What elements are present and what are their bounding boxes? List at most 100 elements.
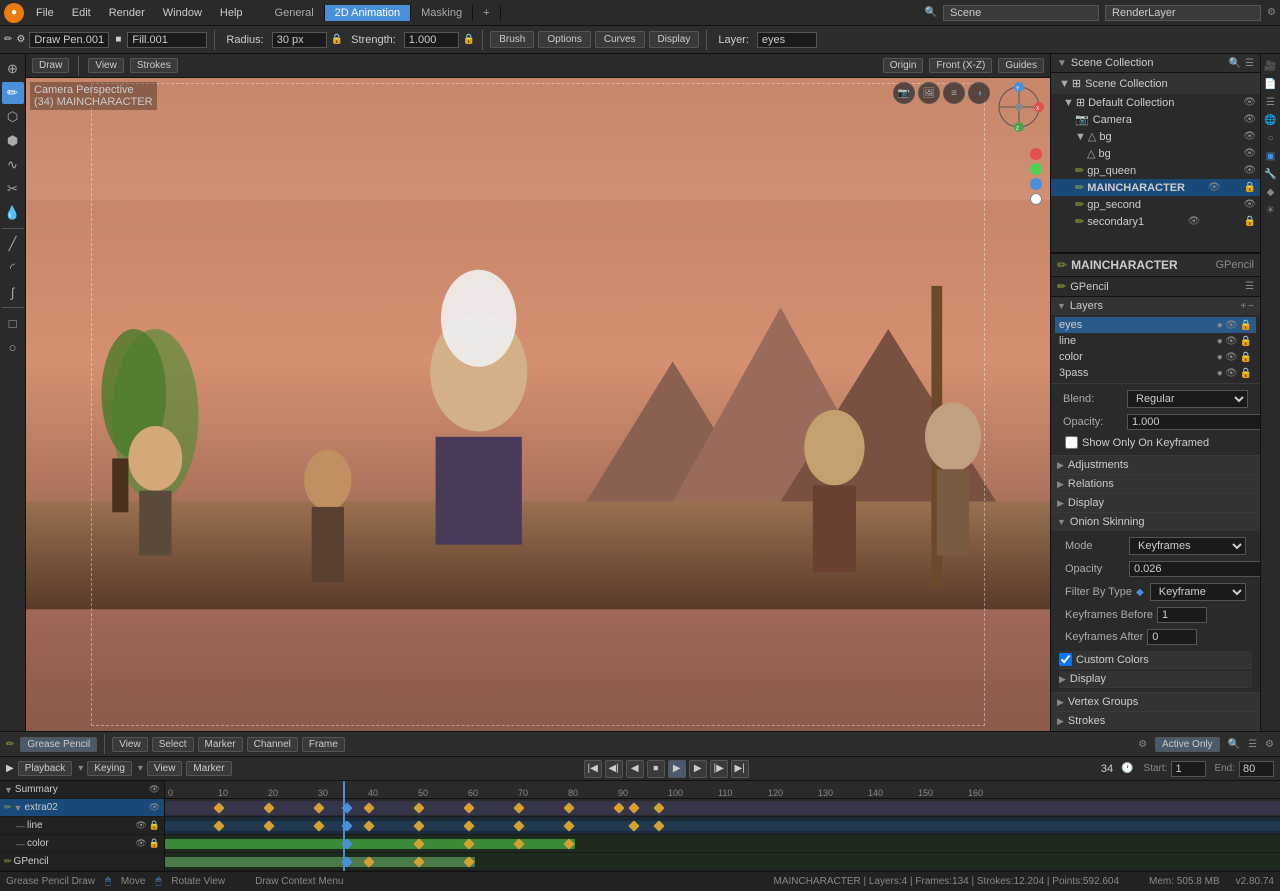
layers-remove-icon[interactable]: − [1248,301,1254,312]
filter-type-select[interactable]: Keyframe [1150,583,1246,601]
workspace-add[interactable]: + [473,5,500,21]
display2-header[interactable]: ▶ Display [1059,671,1252,687]
overlay-btn[interactable]: ≡ [943,82,965,104]
viewport-canvas[interactable]: Camera Perspective (34) MAINCHARACTER 📷 … [26,78,1050,731]
outliner-search-icon[interactable]: 🔍 [1229,58,1241,69]
cursor-tool[interactable]: ⊕ [2,58,24,80]
summary-vis-btn[interactable]: 👁 [149,784,160,795]
track-color[interactable]: — color 👁 🔒 [0,835,164,853]
stroke-tool[interactable]: ∿ [2,154,24,176]
default-coll-eye[interactable]: 👁 [1243,97,1256,108]
display-button[interactable]: Display [649,31,700,48]
default-collection-item[interactable]: ▼ ⊞ Default Collection 👁 [1051,94,1260,111]
workspace-2d-animation[interactable]: 2D Animation [325,5,411,21]
bg-child-item[interactable]: △ bg 👁 [1051,145,1260,162]
bg-child-eye[interactable]: 👁 [1243,148,1256,159]
line-lock-btn[interactable]: 🔒 [149,820,160,831]
tl-channel-btn[interactable]: Channel [247,737,298,752]
vertex-groups-header[interactable]: ▶ Vertex Groups [1051,693,1260,711]
stop-btn[interactable]: ⏹ [647,760,665,778]
layers-add-icon[interactable]: + [1240,301,1246,312]
menu-edit[interactable]: Edit [66,5,97,21]
circle-tool[interactable]: ○ [2,336,24,358]
kf-before-input[interactable] [1157,607,1207,623]
camera-item[interactable]: 📷 Camera 👁 [1051,111,1260,128]
marker-playback-btn[interactable]: Marker [186,761,231,776]
curves-button[interactable]: Curves [595,31,645,48]
props-particles-icon[interactable]: ✳ [1263,202,1279,218]
adjustments-header[interactable]: ▶ Adjustments [1051,456,1260,474]
strokes-header[interactable]: ▶ Strokes [1051,712,1260,730]
color-lock-btn[interactable]: 🔒 [149,838,160,849]
gp-second-eye[interactable]: 👁 [1243,199,1256,210]
view-btn[interactable]: View [147,761,183,776]
play-btn[interactable]: ▶ [668,760,686,778]
timeline-tracks-area[interactable]: 0 10 20 30 40 50 60 70 80 90 100 110 120… [165,781,1280,871]
workspace-general[interactable]: General [265,5,325,21]
origin-button[interactable]: Origin [883,58,924,73]
brush-button[interactable]: Brush [490,31,534,48]
menu-help[interactable]: Help [214,5,249,21]
next-frame-btn[interactable]: ▶ [689,760,707,778]
tl-frame-btn[interactable]: Frame [302,737,345,752]
blend-select[interactable]: Regular [1127,390,1248,408]
keying-btn[interactable]: Keying [87,761,132,776]
options-button[interactable]: Options [538,31,590,48]
color-white[interactable] [1030,193,1042,205]
track-gpencil[interactable]: ✏ GPencil [0,853,164,871]
track-extra02[interactable]: ✏ ▼ extra02 👁 [0,799,164,817]
props-render-icon[interactable]: 🎥 [1263,58,1279,74]
menu-file[interactable]: File [30,5,60,21]
tl-filter-icon[interactable]: ☰ [1248,739,1257,750]
track-summary[interactable]: ▼ Summary 👁 [0,781,164,799]
maincharacter-item[interactable]: ✏ MAINCHARACTER 👁 🔒 [1051,179,1260,196]
menu-window[interactable]: Window [157,5,208,21]
onion-header[interactable]: ▼ Onion Skinning [1051,513,1260,531]
layer-eyes-eye[interactable]: 👁 [1225,320,1238,331]
layer-3pass[interactable]: 3pass ● 👁 🔒 [1055,365,1256,381]
cutter-tool[interactable]: ✂ [2,178,24,200]
strength-input[interactable] [404,32,459,48]
layer-eyes-lock[interactable]: 🔒 [1240,320,1252,331]
kf-after-input[interactable] [1147,629,1197,645]
prev-frame-btn[interactable]: ◀ [626,760,644,778]
eyedropper-tool[interactable]: 💧 [2,202,24,224]
layer-color[interactable]: color ● 👁 🔒 [1055,349,1256,365]
grease-pencil-mode-btn[interactable]: Grease Pencil [20,737,97,752]
fill-tool[interactable]: ⬢ [2,130,24,152]
show-keyframed-checkbox[interactable] [1065,436,1078,449]
keying-dropdown[interactable]: ▾ [138,763,143,774]
tl-marker-btn[interactable]: Marker [198,737,243,752]
props-object-icon[interactable]: ▣ [1263,148,1279,164]
menu-render[interactable]: Render [103,5,151,21]
gp-queen-eye[interactable]: 👁 [1243,165,1256,176]
start-frame-input[interactable] [1171,761,1206,777]
color-vis-btn[interactable]: 👁 [135,838,146,849]
bg-group-item[interactable]: ▼ △ bg 👁 [1051,128,1260,145]
props-shader-icon[interactable]: ◆ [1263,184,1279,200]
line-vis-btn[interactable]: 👁 [135,820,146,831]
bg-group-eye[interactable]: 👁 [1243,131,1256,142]
props-output-icon[interactable]: 📄 [1263,76,1279,92]
props-modifier-icon[interactable]: 🔧 [1263,166,1279,182]
maincharacter-restrict[interactable]: 🔒 [1244,182,1256,193]
line-tool[interactable]: ╱ [2,233,24,255]
layer-line[interactable]: line ● 👁 🔒 [1055,333,1256,349]
maincharacter-eye[interactable]: 👁 [1208,182,1221,193]
render-view-btn[interactable]: 🖼 [918,82,940,104]
layer-3pass-eye[interactable]: 👁 [1225,368,1238,379]
jump-end-btn[interactable]: ▶| [731,760,749,778]
shading-btn[interactable]: ◑ [968,82,990,104]
end-frame-input[interactable] [1239,761,1274,777]
color-green[interactable] [1030,163,1042,175]
layer-eyes[interactable]: eyes ● 👁 🔒 [1055,317,1256,333]
arc-tool[interactable]: ◜ [2,257,24,279]
layers-header[interactable]: ▼ Layers + − [1051,297,1260,315]
camera-view-btn[interactable]: 📷 [893,82,915,104]
tl-settings-icon[interactable]: ⚙ [1265,739,1274,750]
next-keyframe-btn[interactable]: |▶ [710,760,728,778]
props-world-icon[interactable]: ○ [1263,130,1279,146]
secondary1-item[interactable]: ✏ secondary1 👁 🔒 [1051,213,1260,230]
layer-input[interactable] [757,32,817,48]
playback-dropdown[interactable]: ▾ [78,763,83,774]
